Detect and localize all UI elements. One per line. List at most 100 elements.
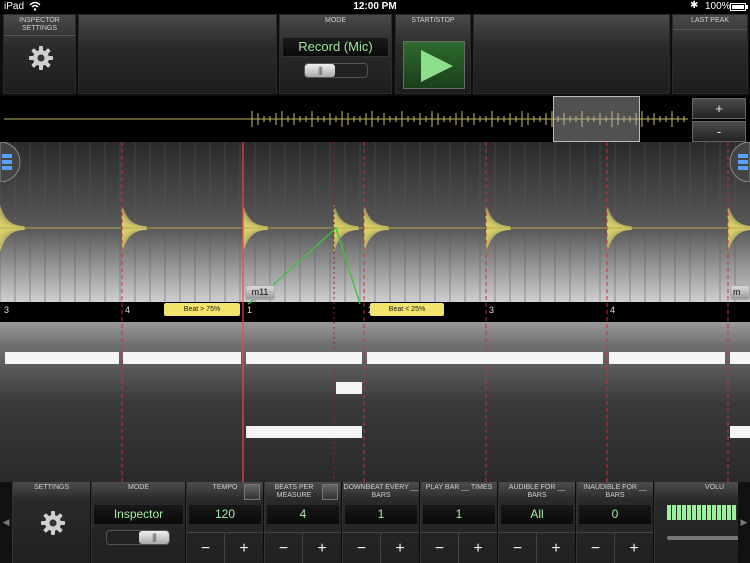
- bottom-mode-value[interactable]: Inspector: [94, 505, 183, 524]
- right-scroll-handle[interactable]: [728, 142, 750, 182]
- play-bar-increase-button[interactable]: +: [459, 532, 497, 563]
- volume-meter-segment: [702, 505, 706, 520]
- zoom-out-button[interactable]: -: [692, 121, 746, 142]
- bottom-scroll-right-arrow[interactable]: ▶: [738, 482, 750, 563]
- start-stop-label: START/STOP: [411, 17, 455, 24]
- tempo-value: 120: [189, 505, 261, 524]
- lanes-area: [0, 322, 750, 482]
- beats-decrease-button[interactable]: −: [265, 532, 303, 563]
- bottom-scroll-left-arrow[interactable]: ◀: [0, 482, 12, 563]
- battery-tip: [746, 5, 748, 9]
- zoom-in-button[interactable]: +: [692, 98, 746, 119]
- volume-control: VOLU: [654, 482, 738, 563]
- play-bar-value: 1: [423, 505, 495, 524]
- audible-increase-button[interactable]: +: [537, 532, 575, 563]
- inaudible-decrease-button[interactable]: −: [577, 532, 615, 563]
- zoom-window[interactable]: [553, 96, 640, 142]
- beat-late-tag[interactable]: Beat > 75%: [164, 303, 240, 316]
- tempo-control: TEMPO 120 − +: [186, 482, 263, 563]
- audible-control: AUDIBLE FOR __ BARS All − +: [498, 482, 575, 563]
- volume-meter-segment: [712, 505, 716, 520]
- inspector-settings-button[interactable]: INSPECTOR SETTINGS: [3, 14, 76, 94]
- volume-label: VOLU: [705, 484, 725, 491]
- beats-per-measure-control: BEATS PER MEASURE 4 − +: [264, 482, 341, 563]
- volume-meter-segment: [682, 505, 686, 520]
- audible-label: AUDIBLE FOR __ BARS: [508, 484, 566, 499]
- settings-label: SETTINGS: [33, 484, 69, 491]
- last-peak-label: LAST PEAK: [690, 17, 729, 24]
- top-empty-panel-left: [78, 14, 277, 94]
- volume-meter-segment: [717, 505, 721, 520]
- volume-meter-segment: [672, 505, 676, 520]
- beats-increase-button[interactable]: +: [303, 532, 341, 563]
- mode-switch-knob[interactable]: [305, 64, 335, 77]
- play-bar-control: PLAY BAR __ TIMES 1 − +: [420, 482, 497, 563]
- clock: 12:00 PM: [353, 1, 397, 12]
- beats-lock-button[interactable]: [322, 484, 338, 500]
- inaudible-value: 0: [579, 505, 651, 524]
- measure-marker-tag-right[interactable]: m: [730, 285, 750, 300]
- inaudible-label: INAUDIBLE FOR __ BARS: [583, 484, 647, 499]
- play-button[interactable]: [403, 41, 465, 89]
- tempo-increase-button[interactable]: +: [225, 532, 263, 563]
- settings-button[interactable]: SETTINGS: [12, 482, 90, 563]
- beat-number: 4: [610, 305, 616, 315]
- mode-switch[interactable]: [304, 63, 368, 78]
- bottom-panel: SETTINGS MODE Inspector TEMPO 120 − + BE…: [12, 482, 738, 563]
- beat-number: 2: [368, 305, 374, 315]
- beat-number: 3: [489, 305, 495, 315]
- beat-editor[interactable]: m11 m Beat > 75% Beat < 25% 3 4 1 2 3 4: [0, 142, 750, 482]
- bottom-mode-switch[interactable]: [106, 530, 170, 545]
- volume-meter-segment: [732, 505, 736, 520]
- mode-display[interactable]: Record (Mic): [282, 37, 389, 57]
- downbeat-control: DOWNBEAT EVERY __ BARS 1 − +: [342, 482, 419, 563]
- beat-number: 1: [247, 305, 253, 315]
- battery-percent: 100%: [705, 1, 731, 12]
- beat-early-tag[interactable]: Beat < 25%: [370, 303, 444, 316]
- beat-number: 3: [4, 305, 10, 315]
- last-peak-panel: LAST PEAK: [672, 14, 748, 94]
- bottom-mode-panel: MODE Inspector: [91, 482, 185, 563]
- gear-icon: [29, 46, 53, 70]
- top-empty-panel-right: [473, 14, 670, 94]
- bluetooth-icon: ✱: [690, 0, 699, 11]
- top-panel: INSPECTOR SETTINGS MODE Record (Mic) STA…: [0, 14, 750, 96]
- status-bar: iPad 12:00 PM ✱ 100%: [0, 0, 750, 14]
- inaudible-increase-button[interactable]: +: [615, 532, 653, 563]
- play-icon: [421, 50, 453, 82]
- battery-icon: [730, 3, 746, 11]
- volume-meter-segment: [727, 505, 731, 520]
- mode-panel: MODE Record (Mic): [279, 14, 392, 94]
- left-scroll-handle[interactable]: [0, 142, 22, 182]
- waveform-overview[interactable]: [4, 96, 688, 142]
- tempo-decrease-button[interactable]: −: [187, 532, 225, 563]
- audible-decrease-button[interactable]: −: [499, 532, 537, 563]
- volume-meter-segment: [687, 505, 691, 520]
- volume-meter-segment: [707, 505, 711, 520]
- volume-meter-segment: [692, 505, 696, 520]
- start-stop-panel: START/STOP: [395, 14, 471, 94]
- inspector-settings-label: INSPECTOR SETTINGS: [19, 17, 60, 32]
- volume-meter: [667, 505, 738, 522]
- mode-label: MODE: [325, 17, 346, 24]
- downbeat-value: 1: [345, 505, 417, 524]
- inaudible-control: INAUDIBLE FOR __ BARS 0 − +: [576, 482, 653, 563]
- play-bar-decrease-button[interactable]: −: [421, 532, 459, 563]
- volume-meter-segment: [677, 505, 681, 520]
- volume-meter-segment: [722, 505, 726, 520]
- measure-marker-tag[interactable]: m11: [245, 285, 275, 300]
- volume-meter-segment: [667, 505, 671, 520]
- bottom-mode-switch-knob[interactable]: [139, 531, 169, 544]
- play-bar-label: PLAY BAR __ TIMES: [425, 484, 493, 491]
- downbeat-decrease-button[interactable]: −: [343, 532, 381, 563]
- gear-icon: [41, 511, 65, 535]
- audible-value: All: [501, 505, 573, 524]
- volume-slider[interactable]: [667, 536, 738, 540]
- downbeat-label: DOWNBEAT EVERY __ BARS: [343, 484, 419, 499]
- beat-number: 4: [125, 305, 131, 315]
- beats-per-measure-value: 4: [267, 505, 339, 524]
- downbeat-increase-button[interactable]: +: [381, 532, 419, 563]
- bottom-mode-label: MODE: [128, 484, 149, 491]
- tempo-lock-button[interactable]: [244, 484, 260, 500]
- volume-meter-segment: [697, 505, 701, 520]
